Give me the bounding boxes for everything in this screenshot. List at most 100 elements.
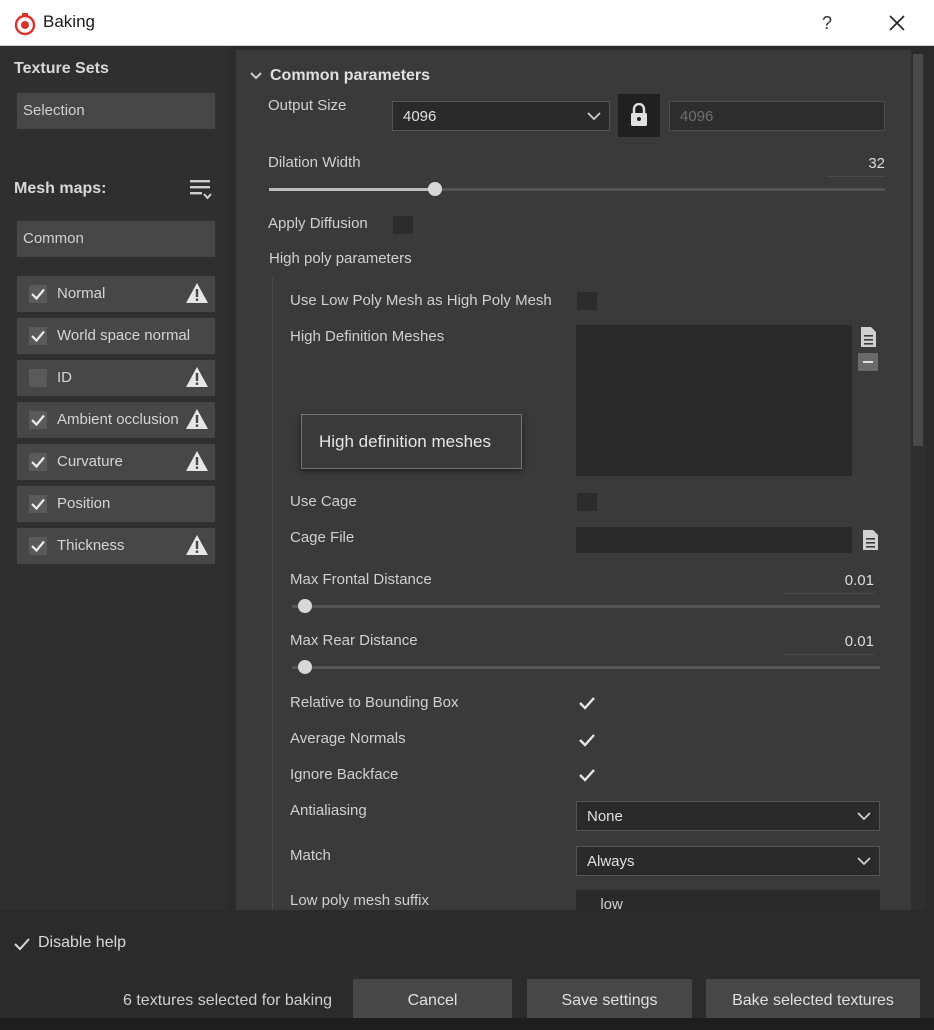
antialiasing-dropdown[interactable]: None [576,801,880,831]
output-size-label: Output Size [268,97,347,114]
mesh-maps-heading: Mesh maps: [14,180,107,197]
cancel-button[interactable]: Cancel [353,979,512,1023]
hd-meshes-list[interactable] [576,325,852,476]
scrollbar-thumb[interactable] [913,54,923,446]
texture-set-selector[interactable]: Selection [17,93,215,129]
mesh-map-checkbox[interactable] [29,453,47,471]
main-scrollbar[interactable] [911,54,925,910]
high-poly-parameters-header[interactable]: High poly parameters [269,250,412,267]
mesh-map-label: ID [57,369,72,386]
output-size-dropdown[interactable]: 4096 [392,101,610,131]
left-panel: Texture Sets Selection Mesh maps: Common… [0,46,228,910]
ignore-backface-checkbox[interactable] [578,767,596,783]
antialiasing-label: Antialiasing [290,802,367,819]
apply-diffusion-label: Apply Diffusion [268,215,368,232]
dilation-width-value[interactable]: 32 [826,153,885,177]
max-rear-distance-value[interactable]: 0.01 [784,631,874,655]
mesh-map-label: Normal [57,285,106,302]
dilation-width-slider-handle[interactable] [428,182,442,196]
apply-diffusion-checkbox[interactable] [392,215,414,235]
check-icon [31,288,45,301]
help-button[interactable]: ? [808,6,846,40]
mesh-map-label: Position [57,495,111,512]
taskbar [0,1018,934,1030]
mesh-map-filter[interactable]: Common [17,221,215,257]
mesh-map-checkbox[interactable] [29,495,47,513]
mesh-map-label: Curvature [57,453,123,470]
mesh-map-checkbox[interactable] [29,411,47,429]
tooltip: High definition meshes [301,414,522,469]
mesh-map-checkbox[interactable] [29,327,47,345]
disable-help-label: Disable help [38,934,127,951]
common-parameters-header[interactable]: Common parameters [270,67,430,85]
footer: Disable help 6 textures selected for bak… [0,910,934,1030]
mesh-map-label: Thickness [57,537,125,554]
match-value: Always [587,853,635,870]
average-normals-checkbox[interactable] [578,732,596,748]
bake-selected-textures-button[interactable]: Bake selected textures [706,979,920,1023]
mesh-map-row[interactable]: Curvature [17,444,215,480]
chevron-down-icon[interactable] [250,71,262,81]
mesh-map-row[interactable]: Ambient occlusion [17,402,215,438]
mesh-map-row[interactable]: World space normal [17,318,215,354]
file-icon[interactable] [859,326,877,348]
main-panel: Common parameters Output Size 4096 4096 … [236,50,911,910]
max-frontal-distance-value[interactable]: 0.01 [784,570,874,594]
check-icon [31,456,45,469]
match-label: Match [290,847,331,864]
cage-file-label: Cage File [290,529,355,546]
title-bar: Baking ? [0,0,934,46]
file-icon[interactable] [861,529,879,551]
low-poly-suffix-field[interactable]: _low [576,890,880,910]
relative-bbox-label: Relative to Bounding Box [290,694,459,711]
match-dropdown[interactable]: Always [576,846,880,876]
warning-icon [186,535,208,555]
lock-ratio-button[interactable] [618,94,660,137]
output-size-height-field: 4096 [669,101,885,131]
warning-icon [186,367,208,387]
save-settings-button[interactable]: Save settings [527,979,692,1023]
substance-painter-icon [14,13,36,36]
antialiasing-value: None [587,808,623,825]
use-low-as-high-checkbox[interactable] [576,291,598,311]
average-normals-label: Average Normals [290,730,406,747]
max-frontal-distance-slider[interactable] [292,605,880,608]
close-icon [889,15,905,31]
chevron-down-icon [587,112,601,121]
lock-icon [631,103,647,126]
mesh-map-checkbox[interactable] [29,369,47,387]
max-frontal-distance-slider-handle[interactable] [298,599,312,613]
list-filter-icon[interactable] [189,178,213,202]
mesh-map-label: Ambient occlusion [57,411,179,428]
remove-mesh-button[interactable] [858,353,878,371]
check-icon [14,938,30,951]
window-title: Baking [43,12,95,31]
mesh-map-checkbox[interactable] [29,537,47,555]
texture-sets-heading: Texture Sets [14,60,109,77]
chevron-down-icon [857,812,871,821]
dilation-width-label: Dilation Width [268,154,361,171]
close-button[interactable] [876,6,918,40]
mesh-map-row[interactable]: Thickness [17,528,215,564]
check-icon [31,540,45,553]
mesh-map-checkbox[interactable] [29,285,47,303]
use-cage-checkbox[interactable] [576,492,598,512]
mesh-map-row[interactable]: ID [17,360,215,396]
check-icon [31,330,45,343]
mesh-map-label: World space normal [57,327,191,344]
warning-icon [186,409,208,429]
ignore-backface-label: Ignore Backface [290,766,399,783]
check-icon [31,414,45,427]
max-rear-distance-slider[interactable] [292,666,880,669]
high-poly-group-line [272,278,273,910]
use-low-as-high-label: Use Low Poly Mesh as High Poly Mesh [290,292,552,309]
dilation-width-slider-fill [269,188,435,191]
hd-meshes-label: High Definition Meshes [290,328,445,345]
mesh-map-row[interactable]: Normal [17,276,215,312]
output-size-value: 4096 [403,108,437,125]
warning-icon [186,283,208,303]
relative-bbox-checkbox[interactable] [578,695,596,711]
max-rear-distance-slider-handle[interactable] [298,660,312,674]
cage-file-field[interactable] [576,527,852,553]
mesh-map-row[interactable]: Position [17,486,215,522]
